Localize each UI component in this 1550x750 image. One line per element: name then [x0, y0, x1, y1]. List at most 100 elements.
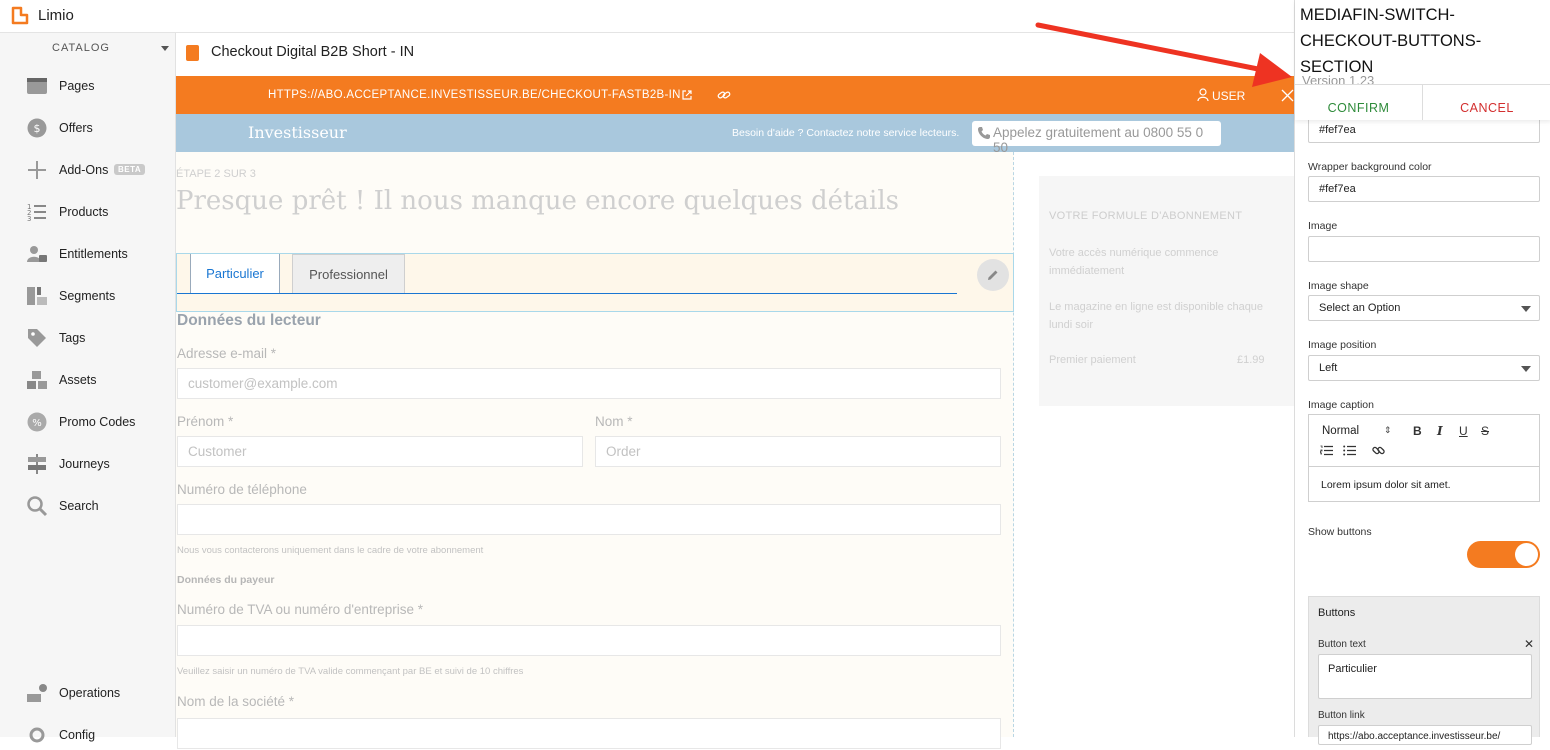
component-title: MEDIAFIN-SWITCH-CHECKOUT-BUTTONS-SECTION: [1300, 6, 1482, 76]
journeys-icon: [28, 454, 46, 474]
button-text-label: Button text: [1318, 639, 1366, 650]
lastname-field[interactable]: Order: [595, 436, 1001, 467]
site-brand-logo: Investisseur: [248, 123, 347, 142]
svg-text:3: 3: [27, 215, 31, 223]
buttons-title: Buttons: [1318, 607, 1356, 619]
reader-data-heading: Données du lecteur: [177, 312, 321, 329]
summary-title: VOTRE FORMULE D'ABONNEMENT: [1049, 210, 1243, 222]
vat-field[interactable]: [177, 625, 1001, 656]
sidebar-item-label: Offers: [59, 121, 93, 135]
background-color-field[interactable]: #fef7ea: [1308, 117, 1540, 143]
sidebar-item-entitlements[interactable]: Entitlements: [0, 239, 176, 269]
sidebar-item-add-ons[interactable]: Add-Ons BETA: [0, 155, 176, 185]
subscription-summary: VOTRE FORMULE D'ABONNEMENT Votre accès n…: [1039, 176, 1294, 406]
phone-field[interactable]: [177, 504, 1001, 535]
sidebar-item-products[interactable]: 123 Products: [0, 197, 176, 227]
sidebar-item-assets[interactable]: Assets: [0, 365, 176, 395]
image-position-select[interactable]: Left: [1308, 355, 1540, 381]
tags-icon: [28, 329, 46, 347]
tab-particulier[interactable]: Particulier: [190, 254, 280, 294]
email-field[interactable]: customer@example.com: [177, 368, 1001, 399]
sidebar-item-label: Journeys: [59, 457, 110, 471]
external-link-icon[interactable]: [682, 90, 692, 100]
copy-link-icon[interactable]: [717, 88, 731, 102]
remove-button-icon[interactable]: ✕: [1524, 637, 1534, 651]
format-select[interactable]: Normal: [1322, 425, 1359, 437]
link-icon[interactable]: [1372, 444, 1385, 457]
confirm-button[interactable]: CONFIRM: [1295, 84, 1423, 120]
image-shape-select[interactable]: Select an Option: [1308, 295, 1540, 321]
sidebar-item-operations[interactable]: Operations: [0, 678, 176, 708]
limio-logo-icon[interactable]: [10, 6, 30, 26]
sidebar-item-promo-codes[interactable]: % Promo Codes: [0, 407, 176, 437]
caption-text[interactable]: Lorem ipsum dolor sit amet.: [1321, 479, 1451, 491]
phone-hint: Nous vous contacterons uniquement dans l…: [177, 545, 484, 556]
ordered-list-icon[interactable]: [1320, 445, 1333, 456]
operations-icon: [27, 684, 47, 702]
company-field[interactable]: [177, 718, 1001, 749]
catalog-section-toggle[interactable]: CATALOG: [0, 41, 176, 57]
switch-buttons-section[interactable]: Particulier Professionnel: [176, 253, 1014, 312]
tab-professionnel[interactable]: Professionnel: [292, 254, 405, 294]
search-icon: [27, 496, 48, 517]
beta-badge: BETA: [114, 164, 146, 175]
show-buttons-toggle[interactable]: [1467, 541, 1540, 568]
preview-site-banner: Investisseur Besoin d'aide ? Contactez n…: [176, 114, 1294, 155]
sidebar-item-label: Segments: [59, 289, 116, 303]
sidebar: CATALOG Pages $ Offers Add-Ons BETA 123 …: [0, 33, 176, 743]
summary-line-magazine: Le magazine en ligne est disponible chaq…: [1049, 301, 1264, 331]
sidebar-item-label: Add-Ons: [59, 163, 109, 177]
show-buttons-label: Show buttons: [1308, 526, 1372, 538]
pencil-icon: [988, 270, 998, 280]
page-preview: ÉTAPE 2 SUR 3 Presque prêt ! Il nous man…: [176, 152, 1294, 749]
chevron-down-icon: [161, 46, 169, 51]
image-field[interactable]: [1308, 236, 1540, 262]
sidebar-item-tags[interactable]: Tags: [0, 323, 176, 353]
sidebar-item-pages[interactable]: Pages: [0, 71, 176, 101]
wrapper-bg-color-field[interactable]: #fef7ea: [1308, 176, 1540, 202]
image-position-value: Left: [1319, 362, 1338, 374]
sidebar-item-search[interactable]: Search: [0, 491, 176, 521]
page-title: Checkout Digital B2B Short - IN: [211, 44, 415, 60]
summary-line-access: Votre accès numérique commence immédiate…: [1049, 247, 1219, 277]
vat-label: Numéro de TVA ou numéro d'entreprise *: [177, 602, 423, 617]
svg-text:$: $: [34, 122, 41, 135]
sidebar-item-offers[interactable]: $ Offers: [0, 113, 176, 143]
component-settings-panel: MEDIAFIN-SWITCH-CHECKOUT-BUTTONS-SECTION…: [1294, 0, 1550, 745]
sidebar-item-label: Config: [59, 728, 96, 742]
panel-header: MEDIAFIN-SWITCH-CHECKOUT-BUTTONS-SECTION…: [1295, 0, 1550, 120]
sidebar-item-label: Entitlements: [59, 247, 128, 261]
preview-url-link[interactable]: HTTPS://ABO.ACCEPTANCE.INVESTISSEUR.BE/C…: [268, 89, 681, 101]
bold-icon[interactable]: B: [1413, 424, 1422, 438]
phone-text: Appelez gratuitement au 0800 55 0 50: [993, 125, 1204, 155]
button-link-field[interactable]: https://abo.acceptance.investisseur.be/: [1318, 725, 1532, 745]
wrapper-bg-label: Wrapper background color: [1308, 161, 1432, 173]
catalog-label: CATALOG: [52, 42, 110, 54]
firstname-label: Prénom *: [177, 414, 234, 429]
image-position-label: Image position: [1308, 339, 1377, 351]
sidebar-item-journeys[interactable]: Journeys: [0, 449, 176, 479]
edit-section-button[interactable]: [977, 259, 1009, 291]
sidebar-item-segments[interactable]: Segments: [0, 281, 176, 311]
cancel-button[interactable]: CANCEL: [1423, 84, 1550, 120]
vat-hint: Veuillez saisir un numéro de TVA valide …: [177, 666, 524, 677]
editor-toolbar: Normal ⇕ B I U S: [1309, 415, 1539, 467]
entitlements-icon: [27, 246, 47, 262]
sidebar-item-label: Search: [59, 499, 99, 513]
firstname-field[interactable]: Customer: [177, 436, 583, 467]
image-shape-label: Image shape: [1308, 280, 1369, 292]
button-text-field[interactable]: Particulier: [1318, 654, 1532, 699]
toggle-knob: [1515, 543, 1538, 566]
chevron-down-icon: [1521, 366, 1531, 372]
buttons-group: Buttons Button text ✕ Particulier Button…: [1308, 596, 1540, 745]
italic-icon[interactable]: I: [1437, 424, 1443, 438]
sidebar-item-label: Products: [59, 205, 109, 219]
offers-icon: $: [27, 118, 47, 138]
image-shape-value: Select an Option: [1319, 302, 1401, 314]
underline-icon[interactable]: U: [1459, 424, 1468, 438]
sidebar-item-config[interactable]: Config: [0, 720, 176, 750]
bullet-list-icon[interactable]: [1343, 445, 1356, 456]
strikethrough-icon[interactable]: S: [1481, 424, 1489, 438]
sidebar-item-label: Assets: [59, 373, 97, 387]
config-icon: [29, 727, 45, 743]
